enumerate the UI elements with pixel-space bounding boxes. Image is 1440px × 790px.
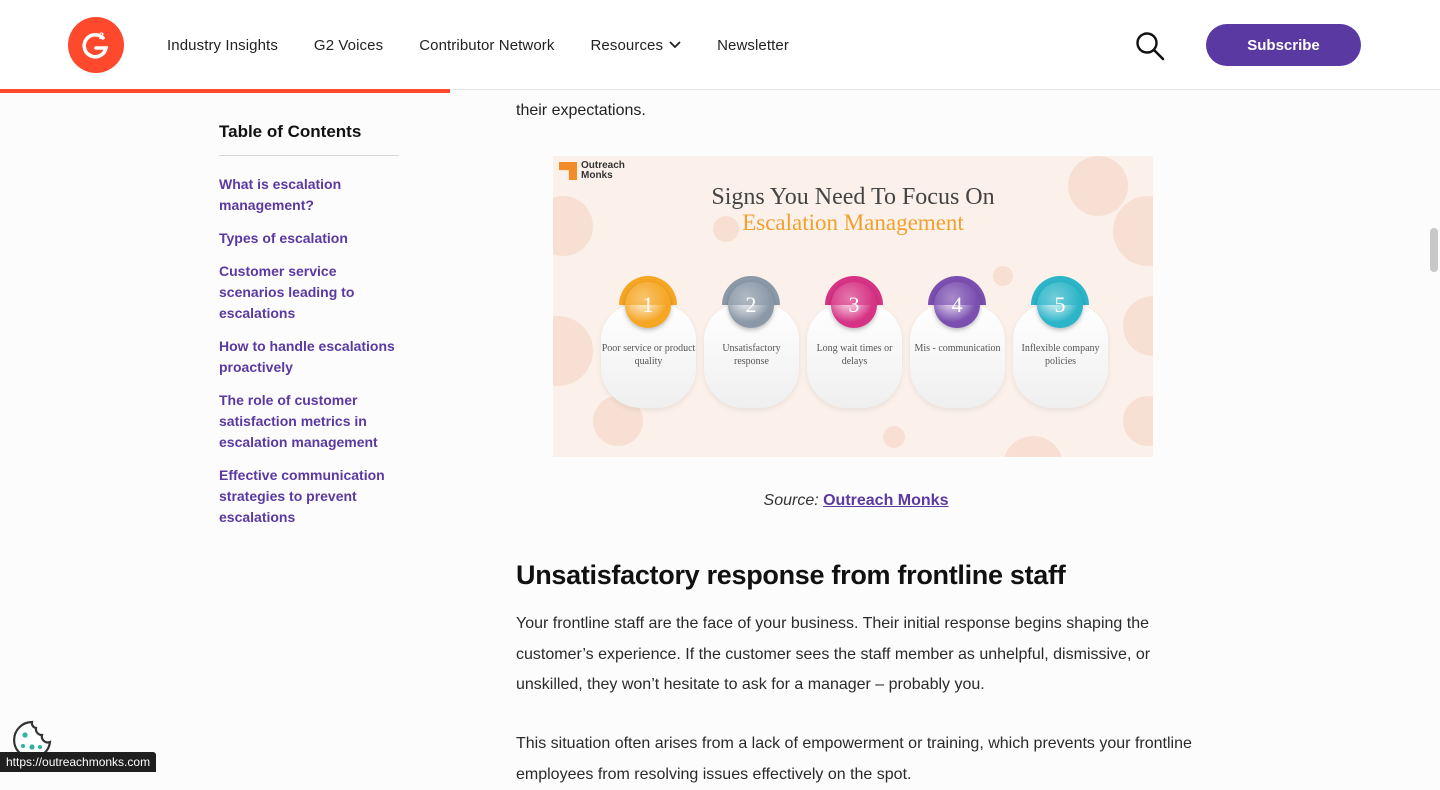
paragraph-fragment: their expectations. [516,102,646,119]
subscribe-button[interactable]: Subscribe [1206,24,1361,66]
step-number-badge: 2 [728,282,774,328]
toc-item[interactable]: Types of escalation [219,228,399,249]
toc-title: Table of Contents [219,122,399,156]
section-heading: Unsatisfactory response from frontline s… [516,560,1066,590]
nav-newsletter[interactable]: Newsletter [717,37,789,54]
nav-g2-voices[interactable]: G2 Voices [314,37,383,54]
toc-item[interactable]: What is escalation management? [219,174,399,216]
decor-dot [1003,436,1063,457]
nav-contributor-network[interactable]: Contributor Network [419,37,554,54]
card-label: Inflexible company policies [1021,343,1100,367]
card-label: Long wait times or delays [816,343,893,367]
toc-item[interactable]: The role of customer satisfaction metric… [219,390,399,453]
figure-subtitle: Escalation Management [742,210,964,235]
toc-item[interactable]: Effective communication strategies to pr… [219,465,399,528]
nav-resources-label: Resources [590,36,664,54]
step-number-badge: 3 [831,282,877,328]
svg-text:2: 2 [99,31,104,41]
site-header: 2 Industry Insights G2 Voices Contributo… [0,0,1440,90]
caption-source-link[interactable]: Outreach Monks [823,492,948,509]
card-label: Unsatisfactory response [722,343,781,367]
toc-item[interactable]: How to handle escalations proactively [219,336,399,378]
chevron-down-icon [669,41,681,49]
step-number-badge: 5 [1037,282,1083,328]
article-figure: Outreach Monks Signs You Need To Focus O… [553,156,1153,457]
decor-dot [883,426,905,448]
decor-dot [553,316,593,386]
decor-dot [1123,296,1153,356]
reading-progress-bar [0,89,450,93]
figure-title: Signs You Need To Focus On [711,184,995,210]
decor-dot [1123,396,1153,446]
table-of-contents: Table of Contents What is escalation man… [219,122,399,540]
nav-industry-insights[interactable]: Industry Insights [167,37,278,54]
step-number-badge: 1 [625,282,671,328]
main-nav: Industry Insights G2 Voices Contributor … [167,0,825,90]
article-paragraph: Your frontline staff are the face of you… [516,615,1151,693]
outreach-monks-logo-text: Outreach Monks [581,161,625,181]
card-label: Mis - communication [914,343,1001,354]
toc-list: What is escalation management? Types of … [219,174,399,528]
g2-logo-mark: 2 [82,31,109,59]
article-paragraph: This situation often arises from a lack … [516,735,1192,783]
card-label: Poor service or product quality [601,343,696,367]
figure-caption: Source: Outreach Monks [516,492,1196,510]
scrollbar-thumb[interactable] [1430,228,1438,272]
outreach-monks-logo: Outreach Monks [559,161,625,181]
outreach-monks-logo-mark [559,162,577,180]
toc-item[interactable]: Customer service scenarios leading to es… [219,261,399,324]
g2-logo[interactable]: 2 [68,17,124,73]
status-bar-url: https://outreachmonks.com [0,752,157,772]
search-icon[interactable] [1134,30,1166,62]
step-number-badge: 4 [934,282,980,328]
decor-dot [993,266,1013,286]
caption-prefix: Source: [763,492,824,509]
logo-line2: Monks [581,170,613,181]
nav-resources[interactable]: Resources [590,37,681,54]
